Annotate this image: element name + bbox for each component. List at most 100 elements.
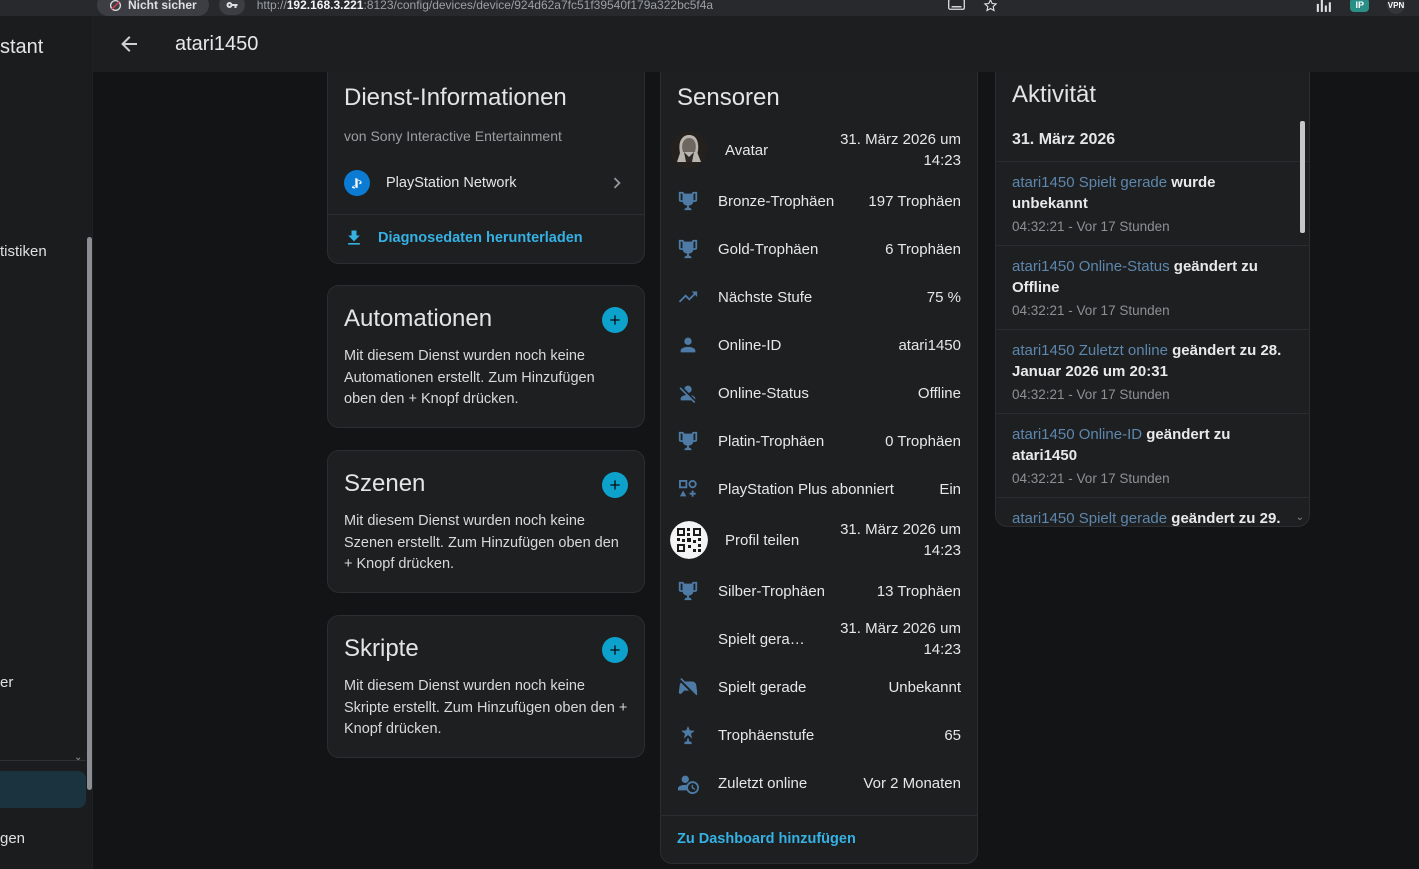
sensor-value: 31. März 2026 um 14:23 — [811, 618, 961, 660]
account-clock-icon — [677, 772, 701, 794]
sidebar-item-developer[interactable]: er — [0, 674, 13, 691]
add-scene-button[interactable] — [602, 472, 628, 498]
automations-card: Automationen Mit diesem Dienst wurden no… — [327, 285, 645, 428]
entity-link[interactable]: atari1450 Online-ID — [1012, 426, 1142, 443]
entry-time: 04:32:21 - Vor 17 Stunden — [1012, 387, 1293, 402]
security-badge[interactable]: Nicht sicher — [97, 0, 209, 16]
sensor-row-bronze-trophies[interactable]: Bronze-Trophäen 197 Trophäen — [677, 177, 961, 225]
sensor-value: Unbekannt — [888, 677, 961, 698]
entity-link[interactable]: atari1450 Spielt gerade — [1012, 510, 1167, 527]
sensor-row-last-online[interactable]: Zuletzt online Vor 2 Monaten — [677, 759, 961, 807]
add-script-button[interactable] — [602, 637, 628, 663]
sensor-label: Bronze-Trophäen — [718, 193, 868, 210]
logbook-entry: atari1450 Online-Status geändert zu Offl… — [996, 246, 1309, 330]
entry-time: 04:32:21 - Vor 17 Stunden — [1012, 471, 1293, 486]
controller-off-icon — [677, 676, 701, 698]
sensor-row-platinum-trophies[interactable]: Platin-Trophäen 0 Trophäen — [677, 417, 961, 465]
sensor-value: 13 Trophäen — [877, 581, 961, 602]
sidebar-item-statistics[interactable]: tistiken — [0, 243, 47, 260]
sensor-label: Online-Status — [718, 385, 918, 402]
trophy-award-icon — [677, 724, 701, 746]
sensor-value: 31. März 2026 um 14:23 — [811, 519, 961, 561]
sensor-label: Profil teilen — [725, 532, 811, 549]
chevron-right-icon — [606, 172, 628, 194]
security-badge-label: Nicht sicher — [128, 0, 197, 12]
download-diagnostics-link[interactable]: Diagnosedaten herunterladen — [344, 215, 628, 263]
sidebar: stant tistiken er ⌄ gen — [0, 16, 93, 869]
logbook-entry: atari1450 Spielt gerade wurde unbekannt … — [996, 162, 1309, 246]
automations-title: Automationen — [344, 305, 492, 333]
entity-link[interactable]: atari1450 Spielt gerade — [1012, 174, 1167, 191]
sensor-row-online-id[interactable]: Online-ID atari1450 — [677, 321, 961, 369]
sensor-label: Silber-Trophäen — [718, 583, 877, 600]
trophy-icon — [677, 238, 701, 260]
scripts-card: Skripte Mit diesem Dienst wurden noch ke… — [327, 615, 645, 758]
chevron-down-icon[interactable]: ⌄ — [74, 752, 82, 763]
password-key-button[interactable] — [219, 0, 245, 15]
sensors-title: Sensoren — [677, 72, 961, 112]
qr-code-image — [670, 521, 708, 559]
sensor-row-silver-trophies[interactable]: Silber-Trophäen 13 Trophäen — [677, 567, 961, 615]
sensors-card: Sensoren Avatar 31. März 2026 um 14:23 B… — [660, 72, 978, 864]
sensor-value: atari1450 — [898, 335, 961, 356]
sensor-row-now-playing-media[interactable]: Spielt gera… 31. März 2026 um 14:23 — [677, 615, 961, 663]
sensor-row-avatar[interactable]: Avatar 31. März 2026 um 14:23 — [677, 123, 961, 177]
activity-scrollbar[interactable] — [1300, 121, 1305, 233]
sensor-label: Spielt gera… — [718, 631, 811, 648]
sensor-label: PlayStation Plus abonniert — [718, 481, 939, 498]
sensor-value: 197 Trophäen — [868, 191, 961, 212]
sensor-row-trophy-level[interactable]: Trophäenstufe 65 — [677, 711, 961, 759]
entry-time: 04:32:21 - Vor 17 Stunden — [1012, 219, 1293, 234]
sensor-label: Spielt gerade — [718, 679, 888, 696]
download-icon — [344, 228, 364, 248]
not-secure-icon — [109, 0, 122, 12]
sidebar-item-settings[interactable]: gen — [0, 830, 25, 847]
trending-up-icon — [677, 286, 701, 308]
add-automation-button[interactable] — [602, 307, 628, 333]
scenes-title: Szenen — [344, 470, 425, 498]
logbook-entry: atari1450 Zuletzt online geändert zu 28.… — [996, 330, 1309, 414]
scroll-down-icon[interactable]: ⌄ — [1296, 512, 1304, 523]
integration-row[interactable]: PlayStation Network — [344, 162, 628, 204]
device-page-content: Dienst-Informationen von Sony Interactiv… — [93, 72, 1419, 869]
sidebar-scrollbar[interactable] — [87, 237, 92, 790]
sensor-value: 31. März 2026 um 14:23 — [811, 129, 961, 171]
url-text[interactable]: http://192.168.3.221:8123/config/devices… — [257, 0, 713, 12]
page-header: atari1450 — [93, 16, 1419, 72]
sensor-label: Gold-Trophäen — [718, 241, 885, 258]
playstation-logo-icon — [344, 170, 370, 196]
trophy-icon — [677, 430, 701, 452]
trophy-icon — [677, 190, 701, 212]
scenes-empty-text: Mit diesem Dienst wurden noch keine Szen… — [344, 511, 628, 576]
sensor-row-gold-trophies[interactable]: Gold-Trophäen 6 Trophäen — [677, 225, 961, 273]
sensor-label: Avatar — [725, 142, 811, 159]
logbook-entry: atari1450 Online-ID geändert zu atari145… — [996, 414, 1309, 498]
account-icon — [677, 334, 701, 356]
entry-time: 04:32:21 - Vor 17 Stunden — [1012, 303, 1293, 318]
profile-avatar[interactable]: VPN — [1387, 0, 1405, 14]
sensor-value: 6 Trophäen — [885, 239, 961, 260]
extension-badge[interactable]: IP — [1350, 0, 1369, 12]
trophy-icon — [677, 580, 701, 602]
download-link-label: Diagnosedaten herunterladen — [378, 230, 583, 246]
activity-date-header: 31. März 2026 — [1012, 131, 1293, 161]
sensor-label: Trophäenstufe — [718, 727, 944, 744]
sensor-row-now-playing[interactable]: Spielt gerade Unbekannt — [677, 663, 961, 711]
entity-link[interactable]: atari1450 Zuletzt online — [1012, 342, 1168, 359]
sensor-row-online-status[interactable]: Online-Status Offline — [677, 369, 961, 417]
sidebar-item-selected[interactable] — [0, 771, 86, 808]
sensor-value: 75 % — [927, 287, 961, 308]
activity-card: Aktivität 31. März 2026 atari1450 Spielt… — [995, 72, 1310, 527]
sensor-row-ps-plus[interactable]: PlayStation Plus abonniert Ein — [677, 465, 961, 513]
page-title: atari1450 — [175, 33, 258, 56]
avatar-image — [670, 131, 708, 169]
sensor-row-next-level[interactable]: Nächste Stufe 75 % — [677, 273, 961, 321]
add-to-dashboard-link[interactable]: Zu Dashboard hinzufügen — [677, 816, 961, 864]
extensions-bars-icon[interactable] — [1316, 0, 1332, 12]
entity-link[interactable]: atari1450 Online-Status — [1012, 258, 1170, 275]
sensor-row-share-profile[interactable]: Profil teilen 31. März 2026 um 14:23 — [677, 513, 961, 567]
sensor-label: Nächste Stufe — [718, 289, 927, 306]
browser-address-bar: Nicht sicher http://192.168.3.221:8123/c… — [0, 0, 1419, 16]
back-arrow-button[interactable] — [117, 32, 141, 56]
keyboard-icon[interactable] — [948, 0, 998, 13]
